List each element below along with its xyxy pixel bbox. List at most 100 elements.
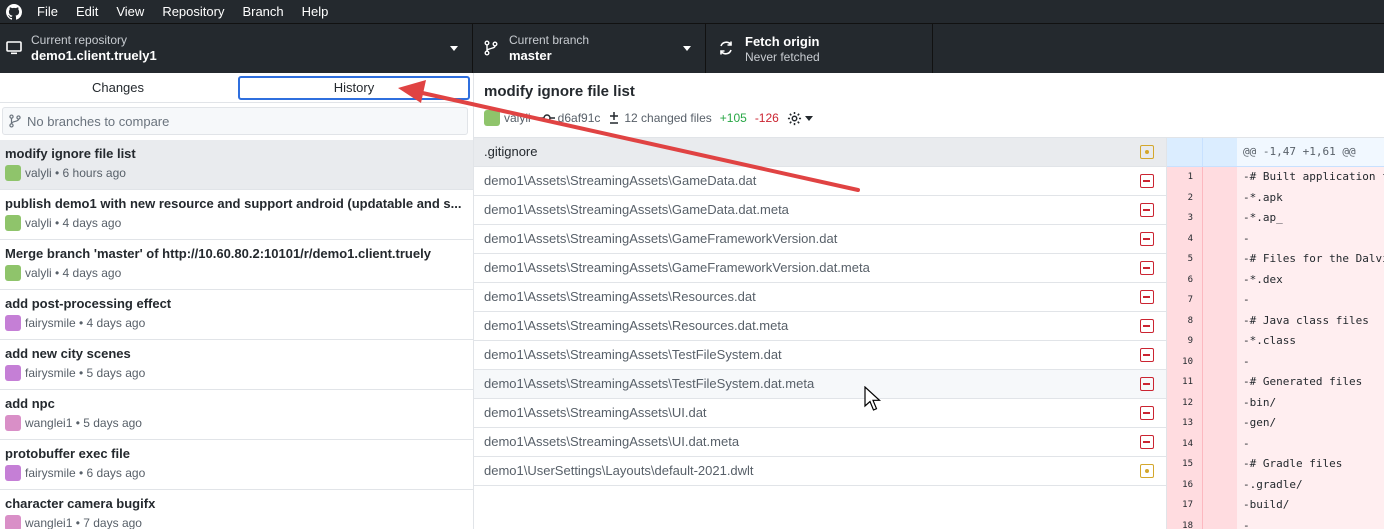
- diff-line-deleted: 17 -build/: [1167, 495, 1384, 516]
- changed-file-row[interactable]: demo1\Assets\StreamingAssets\GameFramewo…: [474, 254, 1166, 283]
- commit-list-item[interactable]: add npc wanglei1 • 5 days ago: [0, 390, 473, 440]
- file-path: demo1\Assets\StreamingAssets\Resources.d…: [484, 318, 789, 333]
- diff-line-text: -# Generated files: [1243, 375, 1363, 388]
- commit-list-item[interactable]: add post-processing effect fairysmile • 4…: [0, 290, 473, 340]
- file-path: demo1\Assets\StreamingAssets\GameFramewo…: [484, 231, 838, 246]
- commit-list-item[interactable]: Merge branch 'master' of http://10.60.80…: [0, 240, 473, 290]
- changed-file-row[interactable]: demo1\Assets\StreamingAssets\GameData.da…: [474, 167, 1166, 196]
- changed-file-row[interactable]: demo1\Assets\StreamingAssets\Resources.d…: [474, 312, 1166, 341]
- branch-compare-input[interactable]: No branches to compare: [2, 107, 468, 135]
- menu-bar: File Edit View Repository Branch Help: [0, 0, 1384, 23]
- diff-line-text: -*.class: [1243, 334, 1296, 347]
- changed-file-row[interactable]: demo1\Assets\StreamingAssets\Resources.d…: [474, 283, 1166, 312]
- commit-list-item[interactable]: publish demo1 with new resource and supp…: [0, 190, 473, 240]
- settings-dropdown[interactable]: [787, 111, 813, 126]
- menu-edit[interactable]: Edit: [67, 0, 107, 23]
- current-branch-button[interactable]: Current branch master: [473, 24, 706, 73]
- commit-list-author: wanglei1: [25, 516, 73, 529]
- current-repository-value: demo1.client.truely1: [31, 48, 157, 63]
- branch-icon: [484, 40, 498, 56]
- avatar: [5, 365, 21, 381]
- file-path: demo1\Assets\StreamingAssets\TestFileSys…: [484, 376, 815, 391]
- file-path: demo1\Assets\StreamingAssets\Resources.d…: [484, 289, 756, 304]
- commit-sha[interactable]: d6af91c: [558, 111, 601, 125]
- diff-line-number: 2: [1167, 187, 1202, 208]
- additions-count: +105: [719, 111, 747, 125]
- diff-line-number: 7: [1167, 290, 1202, 311]
- commit-list-item[interactable]: add new city scenes fairysmile • 5 days a…: [0, 340, 473, 390]
- commit-list-meta: fairysmile • 5 days ago: [5, 365, 468, 381]
- file-deleted-icon: [1140, 290, 1154, 304]
- commit-list-title: add npc: [5, 396, 55, 411]
- changed-file-row[interactable]: demo1\Assets\StreamingAssets\GameData.da…: [474, 196, 1166, 225]
- menu-branch[interactable]: Branch: [233, 0, 292, 23]
- menu-file[interactable]: File: [28, 0, 67, 23]
- commit-list-time: 6 days ago: [86, 466, 146, 480]
- diff-line-text: -bin/: [1243, 395, 1277, 409]
- file-path: .gitignore: [484, 144, 538, 159]
- fetch-origin-status: Never fetched: [745, 50, 820, 64]
- file-path: demo1\Assets\StreamingAssets\UI.dat.meta: [484, 434, 740, 449]
- diff-line-text: -: [1243, 518, 1250, 529]
- menu-help[interactable]: Help: [293, 0, 338, 23]
- commit-list-time: 7 days ago: [83, 516, 142, 529]
- diff-line-number: 13: [1167, 413, 1202, 434]
- menu-repository[interactable]: Repository: [153, 0, 233, 23]
- changed-file-row[interactable]: demo1\Assets\StreamingAssets\TestFileSys…: [474, 341, 1166, 370]
- tab-changes[interactable]: Changes: [0, 73, 236, 103]
- diff-line-text: -# Java class files: [1243, 313, 1369, 327]
- commit-list-meta: valyli • 4 days ago: [5, 265, 468, 281]
- commit-list-title: add new city scenes: [5, 346, 131, 361]
- diff-line-deleted: 11 -# Generated files: [1167, 372, 1384, 393]
- diff-line-number: 3: [1167, 208, 1202, 229]
- diff-hunk-header: @@ -1,47 +1,61 @@: [1167, 138, 1384, 167]
- fetch-origin-button[interactable]: Fetch origin Never fetched: [706, 24, 933, 73]
- diff-line-number: 16: [1167, 474, 1202, 495]
- commit-list-meta: wanglei1 • 5 days ago: [5, 415, 468, 431]
- file-deleted-icon: [1140, 377, 1154, 391]
- diff-line-number: 15: [1167, 454, 1202, 475]
- diff-line-text: -*.dex: [1243, 272, 1283, 286]
- diff-line-number: 5: [1167, 249, 1202, 270]
- changed-file-row[interactable]: demo1\Assets\StreamingAssets\UI.dat.meta: [474, 428, 1166, 457]
- current-repository-button[interactable]: Current repository demo1.client.truely1: [0, 24, 473, 73]
- diff-icon: [610, 112, 619, 124]
- commit-list-time: 5 days ago: [86, 366, 146, 380]
- diff-line-deleted: 4-: [1167, 228, 1384, 249]
- file-path: demo1\Assets\StreamingAssets\TestFileSys…: [484, 347, 782, 362]
- menu-view[interactable]: View: [107, 0, 153, 23]
- chevron-down-icon: [450, 46, 458, 51]
- commit-list-title: Merge branch 'master' of http://10.60.80…: [5, 246, 431, 261]
- commit-list-time: 4 days ago: [62, 266, 122, 280]
- diff-line-text: -: [1243, 436, 1250, 450]
- diff-line-deleted: 8 -# Java class files: [1167, 310, 1384, 331]
- toolbar: Current repository demo1.client.truely1 …: [0, 23, 1384, 73]
- changed-file-row[interactable]: .gitignore: [474, 138, 1166, 167]
- diff-line-number: 8: [1167, 310, 1202, 331]
- branch-compare-placeholder: No branches to compare: [27, 113, 170, 129]
- commit-list-item[interactable]: protobuffer exec file fairysmile • 6 days…: [0, 440, 473, 490]
- current-repository-label: Current repository: [31, 33, 128, 47]
- changed-file-row[interactable]: demo1\Assets\StreamingAssets\UI.dat: [474, 399, 1166, 428]
- commit-list-item[interactable]: modify ignore file list valyli • 6 hours …: [0, 140, 473, 190]
- changed-file-row[interactable]: demo1\Assets\StreamingAssets\TestFileSys…: [474, 370, 1166, 399]
- changed-file-row[interactable]: demo1\Assets\StreamingAssets\GameFramewo…: [474, 225, 1166, 254]
- commit-list-author: valyli: [25, 216, 52, 230]
- changed-file-row[interactable]: demo1\UserSettings\Layouts\default-2021.…: [474, 457, 1166, 486]
- commit-list-meta: wanglei1 • 7 days ago: [5, 515, 468, 529]
- commit-list-time: 4 days ago: [86, 316, 146, 330]
- mouse-cursor-icon: [864, 386, 882, 411]
- file-deleted-icon: [1140, 406, 1154, 420]
- diff-line-deleted: 14 -: [1167, 433, 1384, 454]
- tab-history[interactable]: History: [238, 76, 470, 100]
- commit-list-author: wanglei1: [25, 416, 73, 430]
- commit-list-author: fairysmile: [25, 466, 76, 480]
- diff-line-text: -build/: [1243, 498, 1290, 511]
- changed-file-list: .gitignore demo1\Assets\StreamingAssets\G…: [474, 137, 1167, 529]
- file-path: demo1\Assets\StreamingAssets\GameData.da…: [484, 173, 757, 188]
- diff-line-text: -.gradle/: [1243, 477, 1303, 491]
- commit-list-item[interactable]: character camera bugifx wanglei1 • 7 days…: [0, 490, 473, 529]
- file-path: demo1\Assets\StreamingAssets\UI.dat: [484, 405, 707, 420]
- sync-icon: [720, 41, 732, 55]
- commit-list-title: add post-processing effect: [5, 296, 172, 311]
